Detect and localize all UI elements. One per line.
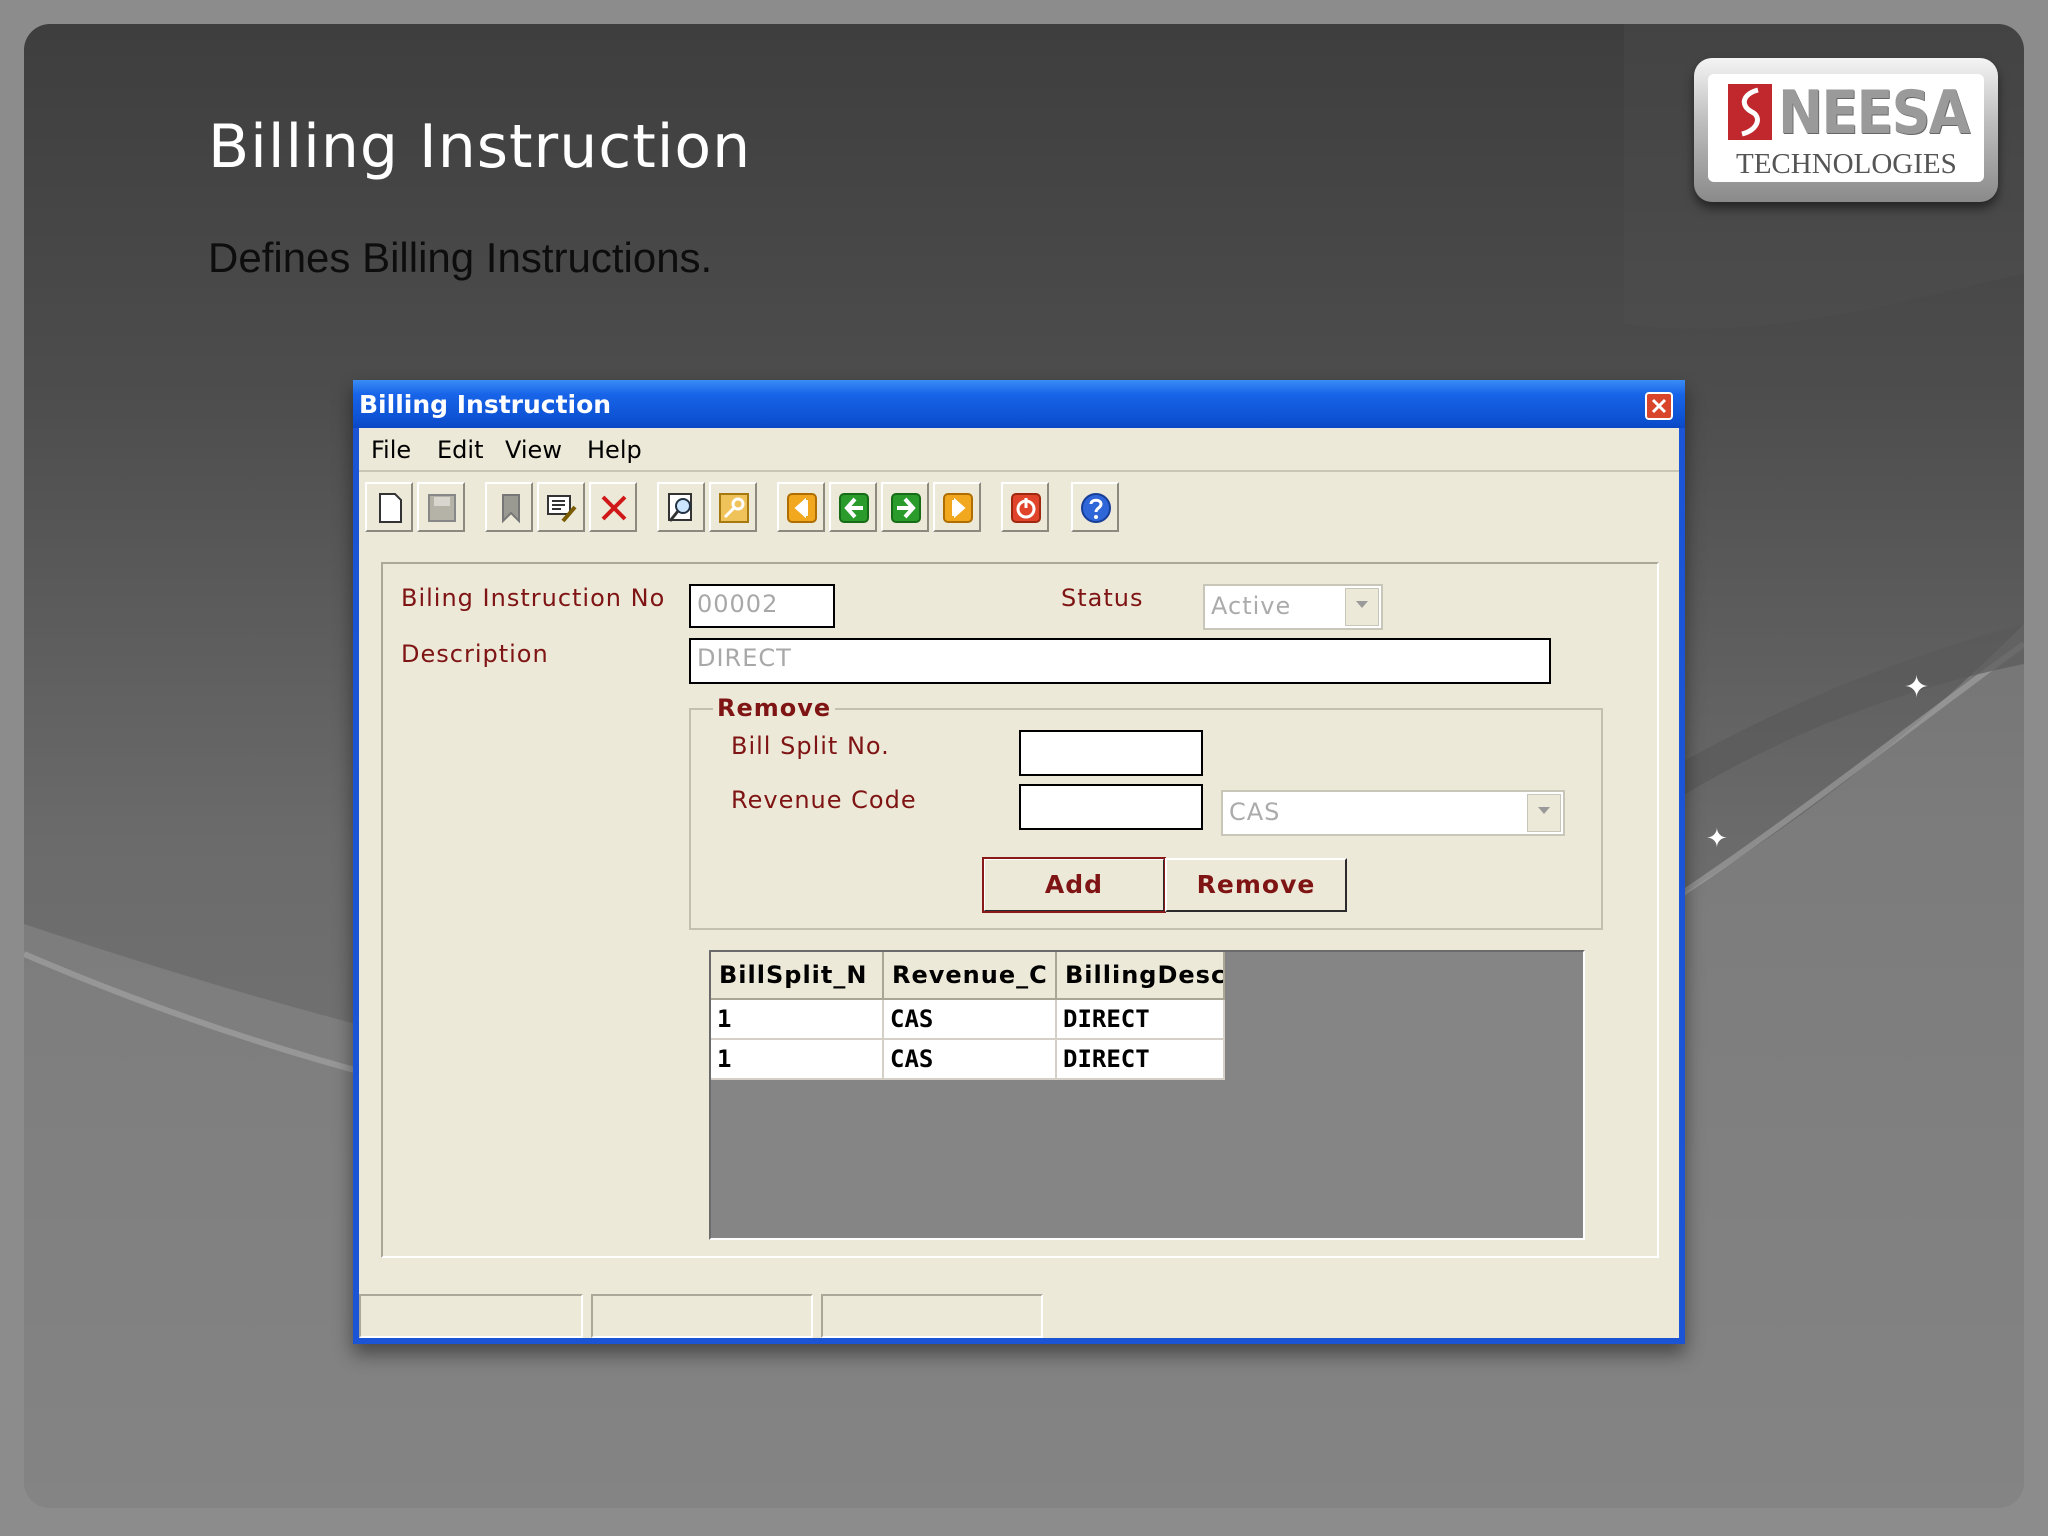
- delete-button[interactable]: [589, 482, 637, 532]
- column-header[interactable]: BillSplit_N: [711, 952, 884, 1000]
- window-titlebar[interactable]: Billing Instruction: [353, 380, 1685, 428]
- help-button[interactable]: [1071, 482, 1119, 532]
- save-icon: [428, 494, 456, 522]
- sparkle-icon: ✦: [1706, 824, 1728, 854]
- description-field[interactable]: DIRECT: [689, 638, 1551, 684]
- bill-split-grid[interactable]: BillSplit_N Revenue_C BillingDesc 1 CAS …: [709, 950, 1585, 1240]
- status-panel: [359, 1294, 583, 1338]
- key-icon: [719, 493, 749, 523]
- new-icon: [379, 493, 402, 523]
- logo-tagline: TECHNOLOGIES: [1736, 148, 1957, 180]
- status-select[interactable]: Active: [1203, 584, 1383, 630]
- sparkle-icon: ✦: [1904, 670, 1930, 705]
- chevron-down-icon: [1356, 601, 1368, 608]
- window-title: Billing Instruction: [359, 390, 612, 419]
- close-icon: [1651, 398, 1667, 414]
- table-cell[interactable]: 1: [711, 1039, 884, 1080]
- first-record-icon: [787, 493, 817, 523]
- menu-view[interactable]: View: [505, 436, 562, 464]
- remove-button[interactable]: Remove: [1165, 858, 1347, 912]
- menu-edit[interactable]: Edit: [437, 436, 483, 464]
- toolbar: [359, 472, 1679, 542]
- last-record-button[interactable]: [933, 482, 981, 532]
- bookmark-button[interactable]: [485, 482, 533, 532]
- table-row[interactable]: 1 CAS DIRECT: [711, 999, 1225, 1040]
- edit-icon: [547, 495, 577, 523]
- logo-mark-icon: [1728, 84, 1772, 140]
- chevron-down-icon: [1538, 807, 1550, 814]
- menu-bar: File Edit View Help: [359, 428, 1679, 472]
- billing-instruction-window: Billing Instruction File Edit View Help: [353, 380, 1685, 1344]
- close-button[interactable]: [1645, 392, 1673, 420]
- slide-title: Billing Instruction: [208, 112, 752, 182]
- grid-table: BillSplit_N Revenue_C BillingDesc 1 CAS …: [711, 952, 1225, 1080]
- column-header[interactable]: BillingDesc: [1056, 952, 1225, 1000]
- edit-button[interactable]: [537, 482, 585, 532]
- grid-header-row: BillSplit_N Revenue_C BillingDesc: [711, 952, 1225, 1000]
- billing-no-label: Biling Instruction No: [401, 584, 666, 612]
- next-record-icon: [891, 493, 921, 523]
- bookmark-icon: [502, 494, 520, 524]
- add-button[interactable]: Add: [982, 857, 1166, 913]
- menu-file[interactable]: File: [371, 436, 411, 464]
- revenue-code-field[interactable]: [1019, 784, 1203, 830]
- description-label: Description: [401, 640, 549, 668]
- company-logo: NEESA TECHNOLOGIES: [1694, 58, 1998, 202]
- revenue-code-label: Revenue Code: [731, 786, 917, 814]
- new-button[interactable]: [365, 482, 413, 532]
- revenue-code-select[interactable]: CAS: [1221, 790, 1565, 836]
- table-cell[interactable]: DIRECT: [1056, 1039, 1225, 1080]
- remove-group-title: Remove: [713, 694, 836, 722]
- last-record-icon: [943, 493, 973, 523]
- status-dropdown-button[interactable]: [1345, 588, 1379, 626]
- delete-icon: [601, 495, 627, 521]
- next-record-button[interactable]: [881, 482, 929, 532]
- table-cell[interactable]: DIRECT: [1056, 999, 1225, 1040]
- previous-record-button[interactable]: [829, 482, 877, 532]
- key-button[interactable]: [709, 482, 757, 532]
- help-icon: [1081, 493, 1111, 523]
- status-label: Status: [1061, 584, 1144, 612]
- first-record-button[interactable]: [777, 482, 825, 532]
- bill-split-field[interactable]: [1019, 730, 1203, 776]
- column-header[interactable]: Revenue_C: [883, 952, 1057, 1000]
- table-cell[interactable]: CAS: [883, 1039, 1057, 1080]
- billing-no-field[interactable]: 00002: [689, 584, 835, 628]
- logo-wordmark: NEESA: [1778, 78, 1970, 148]
- save-button[interactable]: [417, 482, 465, 532]
- bill-split-label: Bill Split No.: [731, 732, 890, 760]
- revenue-code-combo-value: CAS: [1229, 798, 1281, 826]
- status-bar: [359, 1288, 1679, 1338]
- menu-help[interactable]: Help: [587, 436, 642, 464]
- table-row[interactable]: 1 CAS DIRECT: [711, 1039, 1225, 1080]
- status-value: Active: [1211, 592, 1292, 620]
- table-cell[interactable]: CAS: [883, 999, 1057, 1040]
- exit-button[interactable]: [1001, 482, 1049, 532]
- exit-icon: [1011, 493, 1041, 523]
- table-cell[interactable]: 1: [711, 999, 884, 1040]
- find-icon: [668, 493, 692, 522]
- previous-record-icon: [839, 493, 869, 523]
- status-panel: [591, 1294, 813, 1338]
- find-button[interactable]: [657, 482, 705, 532]
- revenue-code-dropdown-button[interactable]: [1527, 794, 1561, 832]
- slide-subtitle: Defines Billing Instructions.: [208, 234, 713, 281]
- status-panel: [821, 1294, 1043, 1338]
